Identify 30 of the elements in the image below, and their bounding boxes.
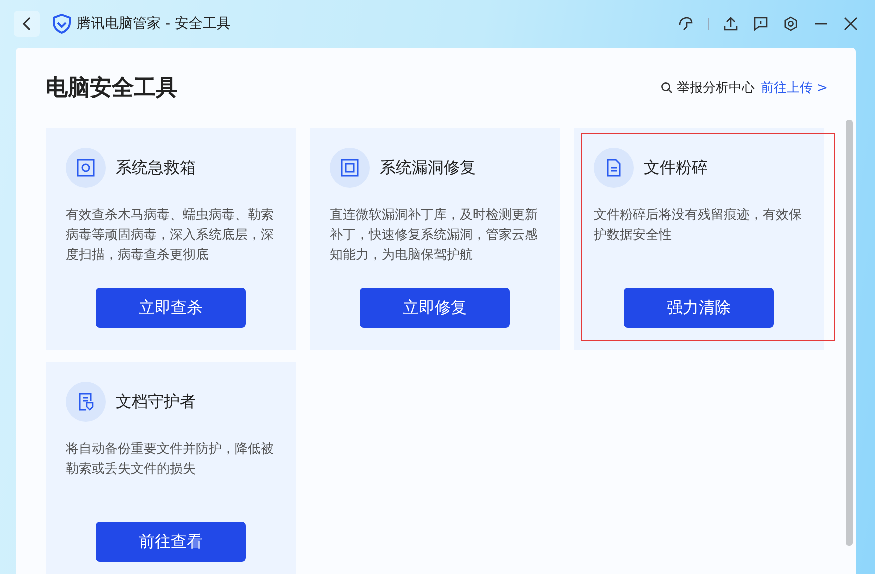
scrollbar[interactable] (846, 120, 853, 546)
search-icon (660, 82, 673, 94)
tool-icon (66, 382, 106, 422)
card-description: 将自动备份重要文件并防护，降低被勒索或丢失文件的损失 (66, 441, 275, 479)
action-button[interactable]: 立即查杀 (96, 288, 246, 328)
settings-icon[interactable] (783, 16, 799, 32)
shield-logo-icon (53, 14, 71, 34)
tool-icon (594, 148, 634, 188)
action-button[interactable]: 立即修复 (360, 288, 510, 328)
card-title: 文档守护者 (116, 392, 196, 412)
action-button[interactable]: 强力清除 (624, 288, 774, 328)
card-description: 直连微软漏洞补丁库，及时检测更新补丁，快速修复系统漏洞，管家云感知能力，为电脑保驾护航 (330, 207, 539, 265)
back-button[interactable] (14, 11, 40, 37)
report-center-label: 举报分析中心 (676, 80, 755, 97)
card-description: 文件粉碎后将没有残留痕迹，有效保护数据安全性 (594, 207, 803, 245)
card-title: 系统漏洞修复 (380, 158, 476, 178)
card-description: 有效查杀木马病毒、蠕虫病毒、勒索病毒等顽固病毒，深入系统底层，深度扫描，病毒查杀更彻底 (66, 207, 275, 265)
close-icon[interactable] (843, 16, 859, 32)
skin-icon[interactable] (678, 16, 694, 32)
feedback-icon[interactable] (753, 16, 769, 32)
tool-icon (330, 148, 370, 188)
chevron-left-icon (22, 17, 32, 31)
window-title: 腾讯电脑管家 - 安全工具 (77, 15, 231, 33)
tool-icon (66, 148, 106, 188)
page-heading: 电脑安全工具 (46, 74, 178, 103)
share-icon[interactable] (723, 16, 739, 32)
card-title: 文件粉碎 (644, 158, 708, 178)
upload-link[interactable]: 前往上传 > (760, 79, 828, 97)
card-title: 系统急救箱 (116, 158, 196, 178)
action-button[interactable]: 前往查看 (96, 522, 246, 562)
